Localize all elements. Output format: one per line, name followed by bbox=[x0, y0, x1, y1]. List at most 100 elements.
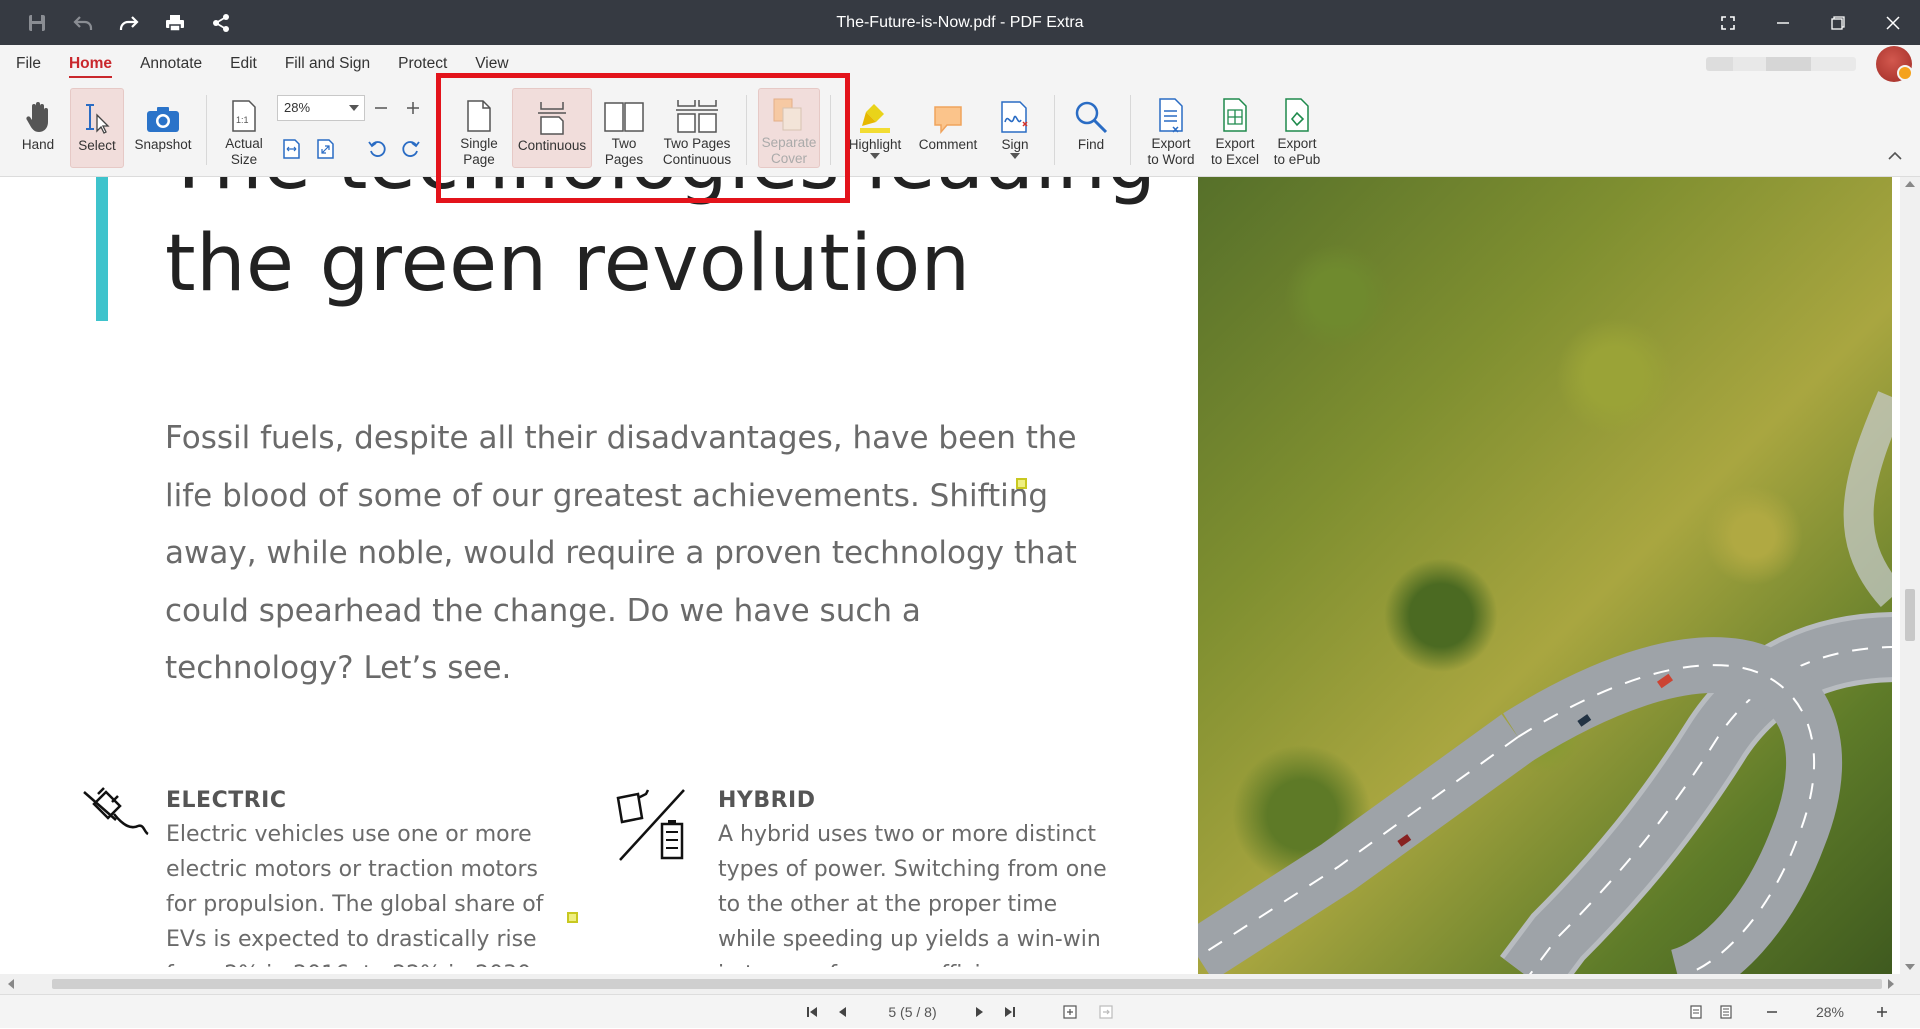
export-to-excel-button[interactable]: Export to Excel bbox=[1204, 88, 1266, 168]
insert-page-icon[interactable] bbox=[1058, 995, 1082, 1029]
single-page-view-icon[interactable] bbox=[1684, 995, 1708, 1029]
document-view[interactable]: The technologies leading the green revol… bbox=[0, 177, 1900, 974]
horizontal-scrollbar[interactable] bbox=[0, 974, 1920, 994]
rotate-left-icon[interactable] bbox=[364, 136, 390, 162]
find-label: Find bbox=[1077, 137, 1105, 152]
two-pages-continuous-label-line1: Two Pages bbox=[663, 136, 731, 151]
account-area bbox=[1706, 45, 1920, 83]
tab-fill-and-sign[interactable]: Fill and Sign bbox=[271, 45, 384, 83]
chevron-down-icon bbox=[349, 105, 359, 111]
camera-icon bbox=[145, 92, 181, 134]
first-page-icon[interactable] bbox=[800, 995, 824, 1029]
hand-label: Hand bbox=[21, 137, 55, 152]
comment-label: Comment bbox=[918, 137, 978, 152]
annotation-marker[interactable] bbox=[1016, 478, 1027, 489]
fit-width-icon[interactable] bbox=[278, 136, 304, 162]
tab-home[interactable]: Home bbox=[55, 45, 126, 83]
separate-cover-icon bbox=[773, 93, 805, 132]
export-excel-label-line2: to Excel bbox=[1210, 152, 1260, 167]
fullscreen-icon[interactable] bbox=[1700, 0, 1755, 45]
export-to-epub-button[interactable]: Export to ePub bbox=[1266, 88, 1328, 168]
two-pages-label-line1: Two bbox=[611, 136, 637, 151]
heading-line-2: the green revolution bbox=[165, 219, 971, 309]
hybrid-body: A hybrid uses two or more distinct types… bbox=[718, 822, 1107, 967]
zoom-out-status-icon[interactable] bbox=[1760, 995, 1784, 1029]
extract-page-icon[interactable] bbox=[1094, 995, 1118, 1029]
select-label: Select bbox=[78, 138, 116, 153]
sign-button[interactable]: Sign bbox=[988, 88, 1042, 168]
status-zoom-value: 28% bbox=[1815, 1004, 1845, 1020]
snapshot-label: Snapshot bbox=[134, 137, 192, 152]
account-name-blurred[interactable] bbox=[1706, 57, 1856, 71]
comment-icon bbox=[933, 92, 963, 134]
comment-button[interactable]: Comment bbox=[914, 88, 982, 168]
find-button[interactable]: Find bbox=[1064, 88, 1118, 168]
continuous-icon bbox=[537, 93, 567, 135]
select-tool-button[interactable]: Select bbox=[70, 88, 124, 168]
hand-tool-button[interactable]: Hand bbox=[12, 88, 64, 168]
two-pages-continuous-label-line2: Continuous bbox=[662, 152, 732, 167]
maximize-icon[interactable] bbox=[1810, 0, 1865, 45]
redo-icon[interactable] bbox=[106, 0, 152, 45]
scroll-right-icon[interactable] bbox=[1888, 979, 1894, 989]
export-to-word-button[interactable]: Export to Word bbox=[1140, 88, 1202, 168]
single-page-label-line2: Page bbox=[463, 152, 495, 167]
two-pages-button[interactable]: Two Pages bbox=[598, 88, 650, 168]
export-excel-icon bbox=[1221, 92, 1249, 133]
separate-cover-label-line1: Separate bbox=[761, 135, 817, 150]
avatar[interactable] bbox=[1876, 46, 1913, 82]
actual-size-button[interactable]: 1:1 Actual Size bbox=[218, 88, 270, 168]
zoom-in-button[interactable] bbox=[400, 95, 426, 121]
last-page-icon[interactable] bbox=[998, 995, 1022, 1029]
snapshot-button[interactable]: Snapshot bbox=[132, 88, 194, 168]
tab-protect[interactable]: Protect bbox=[384, 45, 461, 83]
chevron-down-icon bbox=[870, 153, 880, 159]
export-word-label-line1: Export bbox=[1151, 136, 1191, 151]
collapse-ribbon-icon[interactable] bbox=[1882, 143, 1908, 169]
vertical-scroll-thumb[interactable] bbox=[1905, 589, 1915, 641]
page-indicator[interactable]: 5 (5 / 8) bbox=[870, 995, 955, 1029]
share-icon[interactable] bbox=[198, 0, 244, 45]
continuous-button[interactable]: Continuous bbox=[512, 88, 592, 168]
two-pages-label-line2: Pages bbox=[604, 152, 644, 167]
fit-page-icon[interactable] bbox=[312, 136, 338, 162]
save-icon[interactable] bbox=[14, 0, 60, 45]
fuel-battery-icon bbox=[612, 788, 692, 867]
single-page-icon bbox=[466, 92, 492, 133]
sign-label: Sign bbox=[1001, 137, 1029, 152]
tab-annotate[interactable]: Annotate bbox=[126, 45, 216, 83]
annotation-marker[interactable] bbox=[567, 912, 578, 923]
minimize-icon[interactable] bbox=[1755, 0, 1810, 45]
tab-file[interactable]: File bbox=[0, 45, 55, 83]
ribbon-toolbar: Hand Select Snapshot 1:1 Actual Size 28% bbox=[0, 83, 1920, 177]
single-page-button[interactable]: Single Page bbox=[452, 88, 506, 168]
previous-page-icon[interactable] bbox=[830, 995, 854, 1029]
two-pages-continuous-button[interactable]: Two Pages Continuous bbox=[656, 88, 738, 168]
next-page-icon[interactable] bbox=[968, 995, 992, 1029]
title-bar: The-Future-is-Now.pdf - PDF Extra bbox=[0, 0, 1920, 45]
undo-icon[interactable] bbox=[60, 0, 106, 45]
horizontal-scroll-thumb[interactable] bbox=[52, 979, 1882, 989]
close-icon[interactable] bbox=[1865, 0, 1920, 45]
zoom-in-status-icon[interactable] bbox=[1870, 995, 1894, 1029]
scroll-down-icon[interactable] bbox=[1905, 964, 1915, 970]
highlight-button[interactable]: Highlight bbox=[842, 88, 908, 168]
zoom-out-button[interactable] bbox=[368, 95, 394, 121]
tab-view[interactable]: View bbox=[461, 45, 522, 83]
export-word-label-line2: to Word bbox=[1147, 152, 1195, 167]
zoom-select[interactable]: 28% bbox=[277, 95, 365, 121]
separate-cover-button[interactable]: Separate Cover bbox=[758, 88, 820, 168]
vertical-scrollbar[interactable] bbox=[1900, 177, 1920, 974]
highlighter-icon bbox=[858, 92, 892, 134]
ribbon-divider bbox=[206, 95, 207, 165]
window-controls bbox=[1700, 0, 1920, 45]
continuous-view-icon[interactable] bbox=[1714, 995, 1738, 1029]
export-epub-label-line1: Export bbox=[1277, 136, 1317, 151]
scroll-left-icon[interactable] bbox=[8, 979, 14, 989]
intro-paragraph: Fossil fuels, despite all their disadvan… bbox=[165, 420, 1077, 686]
rotate-right-icon[interactable] bbox=[398, 136, 424, 162]
tab-edit[interactable]: Edit bbox=[216, 45, 271, 83]
scroll-up-icon[interactable] bbox=[1905, 181, 1915, 187]
ribbon-divider bbox=[1130, 95, 1131, 165]
print-icon[interactable] bbox=[152, 0, 198, 45]
